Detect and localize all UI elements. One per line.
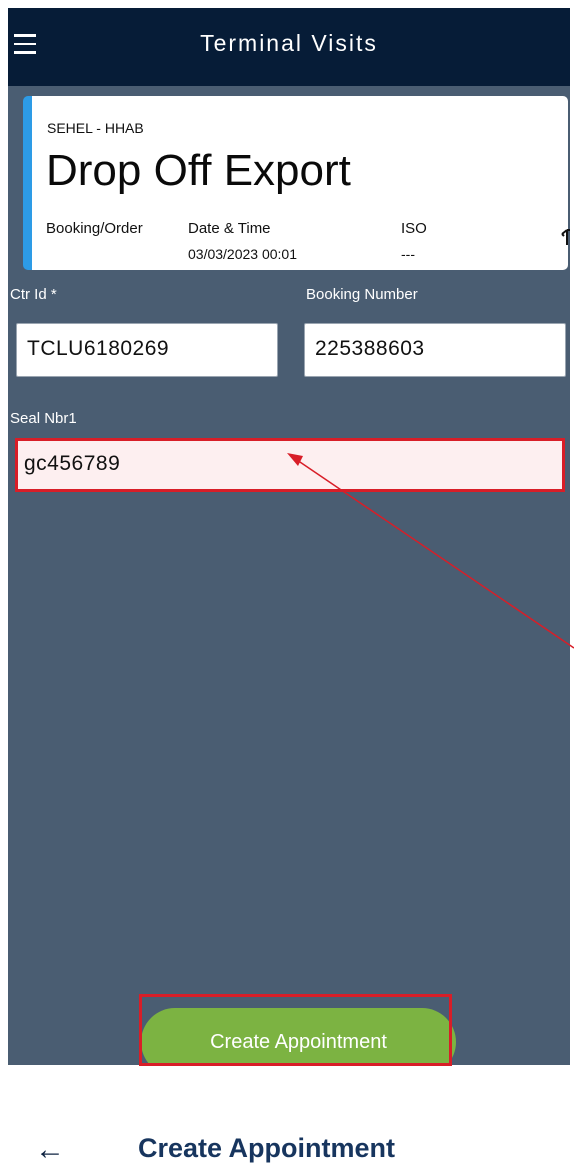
page-title: Create Appointment (138, 1133, 396, 1163)
back-arrow-icon[interactable]: ← (35, 1133, 65, 1167)
annotation-arrow (287, 453, 574, 649)
